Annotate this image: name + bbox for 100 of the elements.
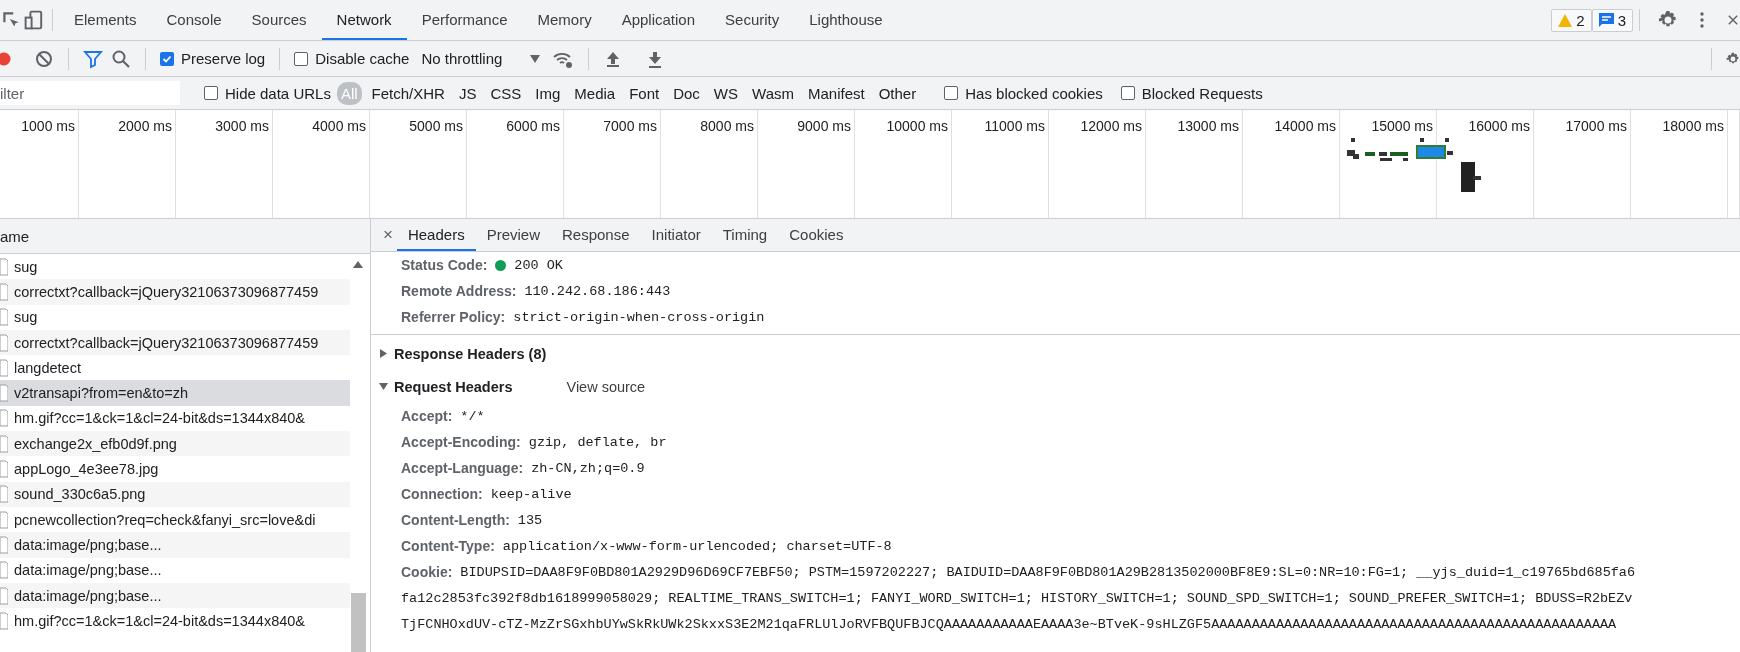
detail-tab[interactable]: Initiator — [640, 219, 712, 251]
close-button[interactable]: × — [379, 225, 397, 245]
throttling-dropdown[interactable]: No throttling — [417, 50, 545, 67]
section-title[interactable]: Request Headers — [394, 378, 513, 395]
time-tick-label: 11000 ms — [984, 118, 1045, 136]
devtools-tab[interactable]: Security — [710, 0, 795, 40]
detail-tab[interactable]: Response — [551, 219, 641, 251]
checkbox[interactable]: Preserve log — [160, 50, 266, 67]
checkmark-icon — [162, 53, 172, 64]
file-icon — [0, 611, 8, 630]
time-tick-label: 16000 ms — [1468, 118, 1530, 136]
scroll-up-icon[interactable] — [353, 261, 363, 268]
file-icon — [0, 358, 8, 377]
header-name: Content-Length: — [401, 512, 510, 528]
header-value: 135 — [517, 512, 543, 528]
header-value: keep-alive — [490, 486, 572, 502]
header-name: Accept: — [401, 408, 453, 424]
clear-icon[interactable] — [34, 48, 54, 69]
header-value: 200 OK — [514, 257, 563, 273]
checkbox[interactable]: Blocked Requests — [1120, 84, 1263, 102]
time-tick-label: 4000 ms — [312, 118, 366, 136]
header-value: strict-origin-when-cross-origin — [513, 309, 765, 325]
detail-tab[interactable]: Headers — [396, 219, 476, 251]
devtools-tab[interactable]: Sources — [236, 0, 322, 40]
devtools-tab[interactable]: Elements — [59, 0, 152, 40]
file-icon — [0, 384, 8, 403]
header-value: application/x-www-form-urlencoded; charset=UTF-8 — [502, 538, 892, 554]
expanded-triangle-icon[interactable] — [379, 382, 388, 391]
header-name: Referrer Policy: — [401, 309, 506, 325]
view-source-link[interactable]: View source — [566, 378, 646, 395]
devtools-tab[interactable]: Lighthouse — [794, 0, 898, 40]
file-icon — [0, 409, 8, 428]
checkbox[interactable]: Hide data URLs — [204, 84, 331, 102]
time-tick-label: 13000 ms — [1177, 118, 1239, 136]
detail-tab[interactable]: Preview — [475, 219, 551, 251]
file-icon — [0, 257, 8, 276]
time-tick-label: 5000 ms — [409, 118, 463, 136]
type-filter[interactable]: JS — [454, 81, 481, 105]
filter-icon[interactable] — [83, 48, 103, 69]
request-row[interactable]: exchange2x_efb0d9f.png — [0, 431, 350, 457]
file-icon — [0, 434, 8, 453]
request-row[interactable]: correctxt?callback=jQuery32106373096877459 — [0, 329, 350, 356]
detail-tab[interactable]: Timing — [711, 219, 779, 251]
type-filter[interactable]: Media — [570, 81, 620, 105]
type-filter[interactable]: CSS — [486, 81, 526, 105]
status-dot — [495, 259, 507, 271]
time-tick-label: 7000 ms — [603, 118, 657, 136]
type-filter[interactable]: Img — [531, 81, 565, 105]
type-filter[interactable]: Wasm — [748, 81, 798, 105]
detail-tab[interactable]: Cookies — [778, 219, 855, 251]
time-tick-label: 8000 ms — [700, 118, 754, 136]
header-name: Accept-Encoding: — [401, 434, 521, 450]
filter-input[interactable]: ilter — [0, 81, 180, 105]
type-filter[interactable]: Other — [874, 81, 921, 105]
file-icon — [0, 282, 8, 301]
section-title[interactable]: Response Headers (8) — [394, 345, 547, 362]
header-value: 110.242.68.186:443 — [524, 283, 671, 299]
search-icon[interactable] — [111, 48, 131, 69]
request-row[interactable]: data:image/png;base... — [0, 532, 350, 558]
request-row[interactable]: correctxt?callback=jQuery32106373096877459 — [0, 279, 350, 305]
time-tick-label: 18000 ms — [1662, 118, 1724, 136]
record-icon[interactable] — [0, 50, 12, 67]
checkbox[interactable]: Disable cache — [294, 50, 410, 67]
type-filter[interactable]: Fetch/XHR — [367, 81, 449, 105]
header-name: Content-Type: — [401, 538, 495, 554]
request-row[interactable]: data:image/png;base... — [0, 582, 350, 609]
collapsed-triangle-icon[interactable] — [379, 349, 388, 358]
header-name: Accept-Language: — [401, 460, 524, 476]
time-tick-label: 15000 ms — [1371, 118, 1433, 136]
file-icon — [0, 561, 8, 580]
devtools-tab[interactable]: Memory — [522, 0, 607, 40]
devtools-tab[interactable]: Console — [151, 0, 237, 40]
header-value: TjFCNHOxdUV-cTZ-MzZrSGxhbUYwSkRkUWk2SkxxS3E2M21qaFRLUlJoRVFBQUFBJCQAAAAAAAAAAAEAAAA3e~BTveK-9sHLZGF5AAAAAAAAAAAAAAAAAAAAAAAAAAAAAAAAAAAAAAAAAAAAAAAAAA — [401, 616, 1617, 632]
time-tick-label: 2000 ms — [118, 118, 172, 136]
warning-count-badge[interactable]: 2 — [1551, 8, 1592, 32]
message-count-badge[interactable]: 3 — [1591, 8, 1633, 32]
checkbox[interactable]: Has blocked cookies — [944, 84, 1103, 102]
header-value: */* — [460, 408, 485, 424]
time-tick-label: 10000 ms — [886, 118, 948, 136]
type-filter[interactable]: Doc — [669, 81, 704, 105]
file-icon — [0, 460, 8, 478]
request-row[interactable]: v2transapi?from=en&to=zh — [0, 380, 350, 406]
time-tick-label: 17000 ms — [1565, 118, 1627, 136]
request-row[interactable]: sound_330c6a5.png — [0, 481, 350, 507]
time-tick-label: 9000 ms — [797, 118, 851, 136]
header-name: Remote Address: — [401, 283, 517, 299]
file-icon — [0, 485, 8, 504]
type-filter[interactable]: WS — [709, 81, 743, 105]
header-name: Status Code: — [401, 257, 488, 273]
file-icon — [0, 586, 8, 605]
type-filter[interactable]: Font — [625, 81, 664, 105]
time-tick-label: 6000 ms — [506, 118, 560, 136]
time-tick-label: 1000 ms — [21, 118, 75, 136]
devtools-tab[interactable]: Performance — [406, 0, 523, 40]
time-tick-label: 12000 ms — [1080, 118, 1142, 136]
header-value: gzip, deflate, br — [528, 434, 667, 450]
type-filter[interactable]: Manifest — [804, 81, 869, 105]
file-icon — [0, 510, 8, 529]
devtools-tab[interactable]: Application — [606, 0, 711, 40]
header-name: Connection: — [401, 486, 483, 502]
